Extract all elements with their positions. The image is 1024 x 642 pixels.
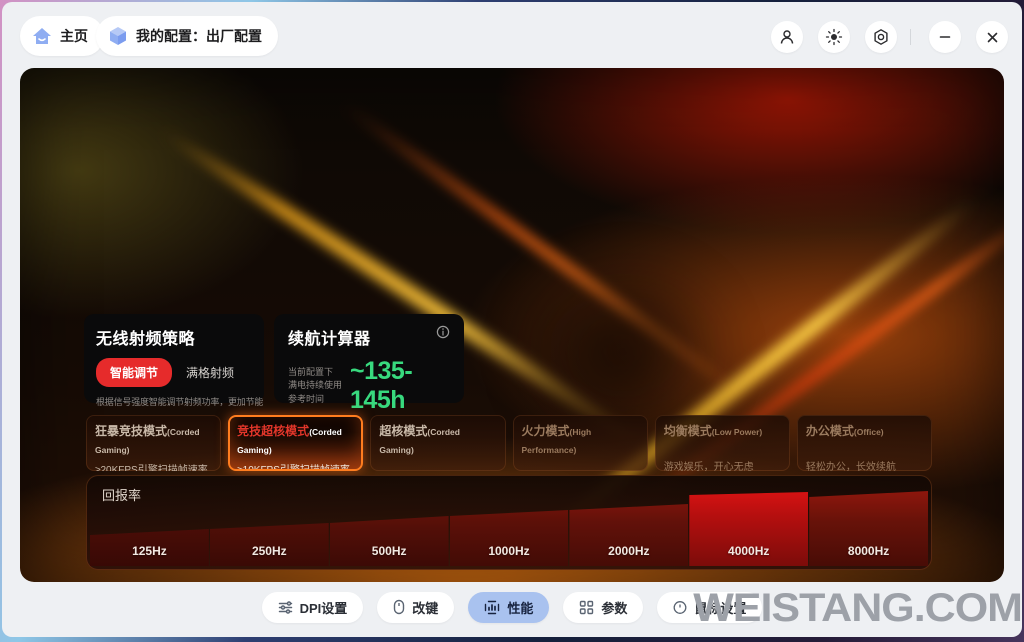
rf-panel-title: 无线射频策略 [96, 325, 252, 349]
tab-mouse-settings[interactable]: 鼠标设置 [657, 592, 762, 623]
battery-panel-title: 续航计算器 [288, 325, 371, 349]
smart-adjust-button[interactable]: 智能调节 [96, 358, 172, 387]
mode-card-rage-gaming[interactable]: 狂暴竞技模式(Corded Gaming) ≥20KFPS引擎扫描帧速率 疾速扫… [86, 415, 221, 471]
home-label: 主页 [60, 26, 88, 46]
polling-option-1000hz[interactable]: 1000Hz [450, 481, 569, 566]
battery-condition-text: 当前配置下 满电持续使用 参考时间 [288, 366, 342, 405]
sliders-icon [278, 600, 293, 615]
performance-gauge-icon [484, 600, 500, 615]
polling-rate-panel: 回报率 125Hz 250Hz 500Hz 1000Hz 2000Hz 4000… [86, 475, 932, 570]
mouse-icon [393, 599, 405, 615]
titlebar-divider [910, 29, 911, 45]
tab-key-remap[interactable]: 改键 [377, 592, 454, 623]
user-icon [778, 28, 796, 46]
bottom-navigation: DPI设置 改键 性能 参数 鼠标设置 [2, 577, 1022, 637]
mode-card-office[interactable]: 办公模式(Office) 轻松办公，长效续航 [797, 415, 932, 471]
tab-label: 鼠标设置 [694, 598, 746, 617]
profile-label: 我的配置：出厂配置 [136, 26, 262, 46]
gear-icon [872, 28, 890, 46]
mode-card-row: 狂暴竞技模式(Corded Gaming) ≥20KFPS引擎扫描帧速率 疾速扫… [86, 415, 932, 471]
mode-card-balanced[interactable]: 均衡模式(Low Power) 游戏娱乐，开心无虑 [655, 415, 790, 471]
polling-rate-ramp: 125Hz 250Hz 500Hz 1000Hz 2000Hz 4000Hz 8… [90, 481, 928, 566]
polling-option-2000hz[interactable]: 2000Hz [569, 481, 688, 566]
mode-card-firepower[interactable]: 火力模式(High Performance) 电竞游戏，轻松拿捏 [513, 415, 648, 471]
battery-calculator-panel: 续航计算器 当前配置下 满电持续使用 参考时间 ~135-145h [274, 314, 464, 403]
wireless-rf-panel: 无线射频策略 智能调节 满格射频 根据信号强度智能调节射频功率，更加节能 [84, 314, 264, 403]
tab-dpi-settings[interactable]: DPI设置 [262, 592, 364, 623]
tab-performance[interactable]: 性能 [468, 592, 549, 623]
full-power-option[interactable]: 满格射频 [186, 364, 234, 381]
user-button[interactable] [771, 21, 803, 53]
mouse-settings-icon [673, 600, 687, 615]
profile-button[interactable]: 我的配置：出厂配置 [96, 16, 278, 56]
grid-squares-icon [579, 600, 594, 615]
app-window: 主页 我的配置：出厂配置 [2, 2, 1022, 637]
performance-artwork: 无线射频策略 智能调节 满格射频 根据信号强度智能调节射频功率，更加节能 续航计… [20, 68, 1004, 582]
polling-option-4000hz[interactable]: 4000Hz [689, 481, 808, 566]
polling-option-125hz[interactable]: 125Hz [90, 481, 209, 566]
minimize-icon [938, 30, 952, 44]
home-icon [32, 27, 52, 45]
titlebar: 主页 我的配置：出厂配置 [2, 2, 1022, 68]
cube-icon [108, 26, 128, 46]
minimize-button[interactable] [929, 21, 961, 53]
battery-life-value: ~135-145h [350, 357, 450, 415]
close-button[interactable] [976, 21, 1008, 53]
tab-label: DPI设置 [300, 598, 348, 617]
mode-card-esports-ultra[interactable]: 竞技超核模式(Corded Gaming) ≥10KFPS引擎扫描帧速率 全速竞… [228, 415, 363, 471]
close-icon [986, 31, 999, 44]
tab-label: 参数 [601, 598, 627, 617]
info-icon[interactable] [436, 325, 450, 339]
polling-option-8000hz[interactable]: 8000Hz [809, 481, 928, 566]
tab-parameters[interactable]: 参数 [563, 592, 643, 623]
settings-button[interactable] [865, 21, 897, 53]
tab-label: 改键 [412, 598, 438, 617]
polling-option-500hz[interactable]: 500Hz [330, 481, 449, 566]
polling-option-250hz[interactable]: 250Hz [210, 481, 329, 566]
brightness-button[interactable] [818, 21, 850, 53]
brightness-icon [825, 28, 843, 46]
home-button[interactable]: 主页 [20, 16, 104, 56]
mode-card-ultra-core[interactable]: 超核模式(Corded Gaming) 超核电竞，微秒响应 [370, 415, 505, 471]
tab-label: 性能 [507, 598, 533, 617]
rf-panel-desc: 根据信号强度智能调节射频功率，更加节能 [96, 395, 252, 408]
